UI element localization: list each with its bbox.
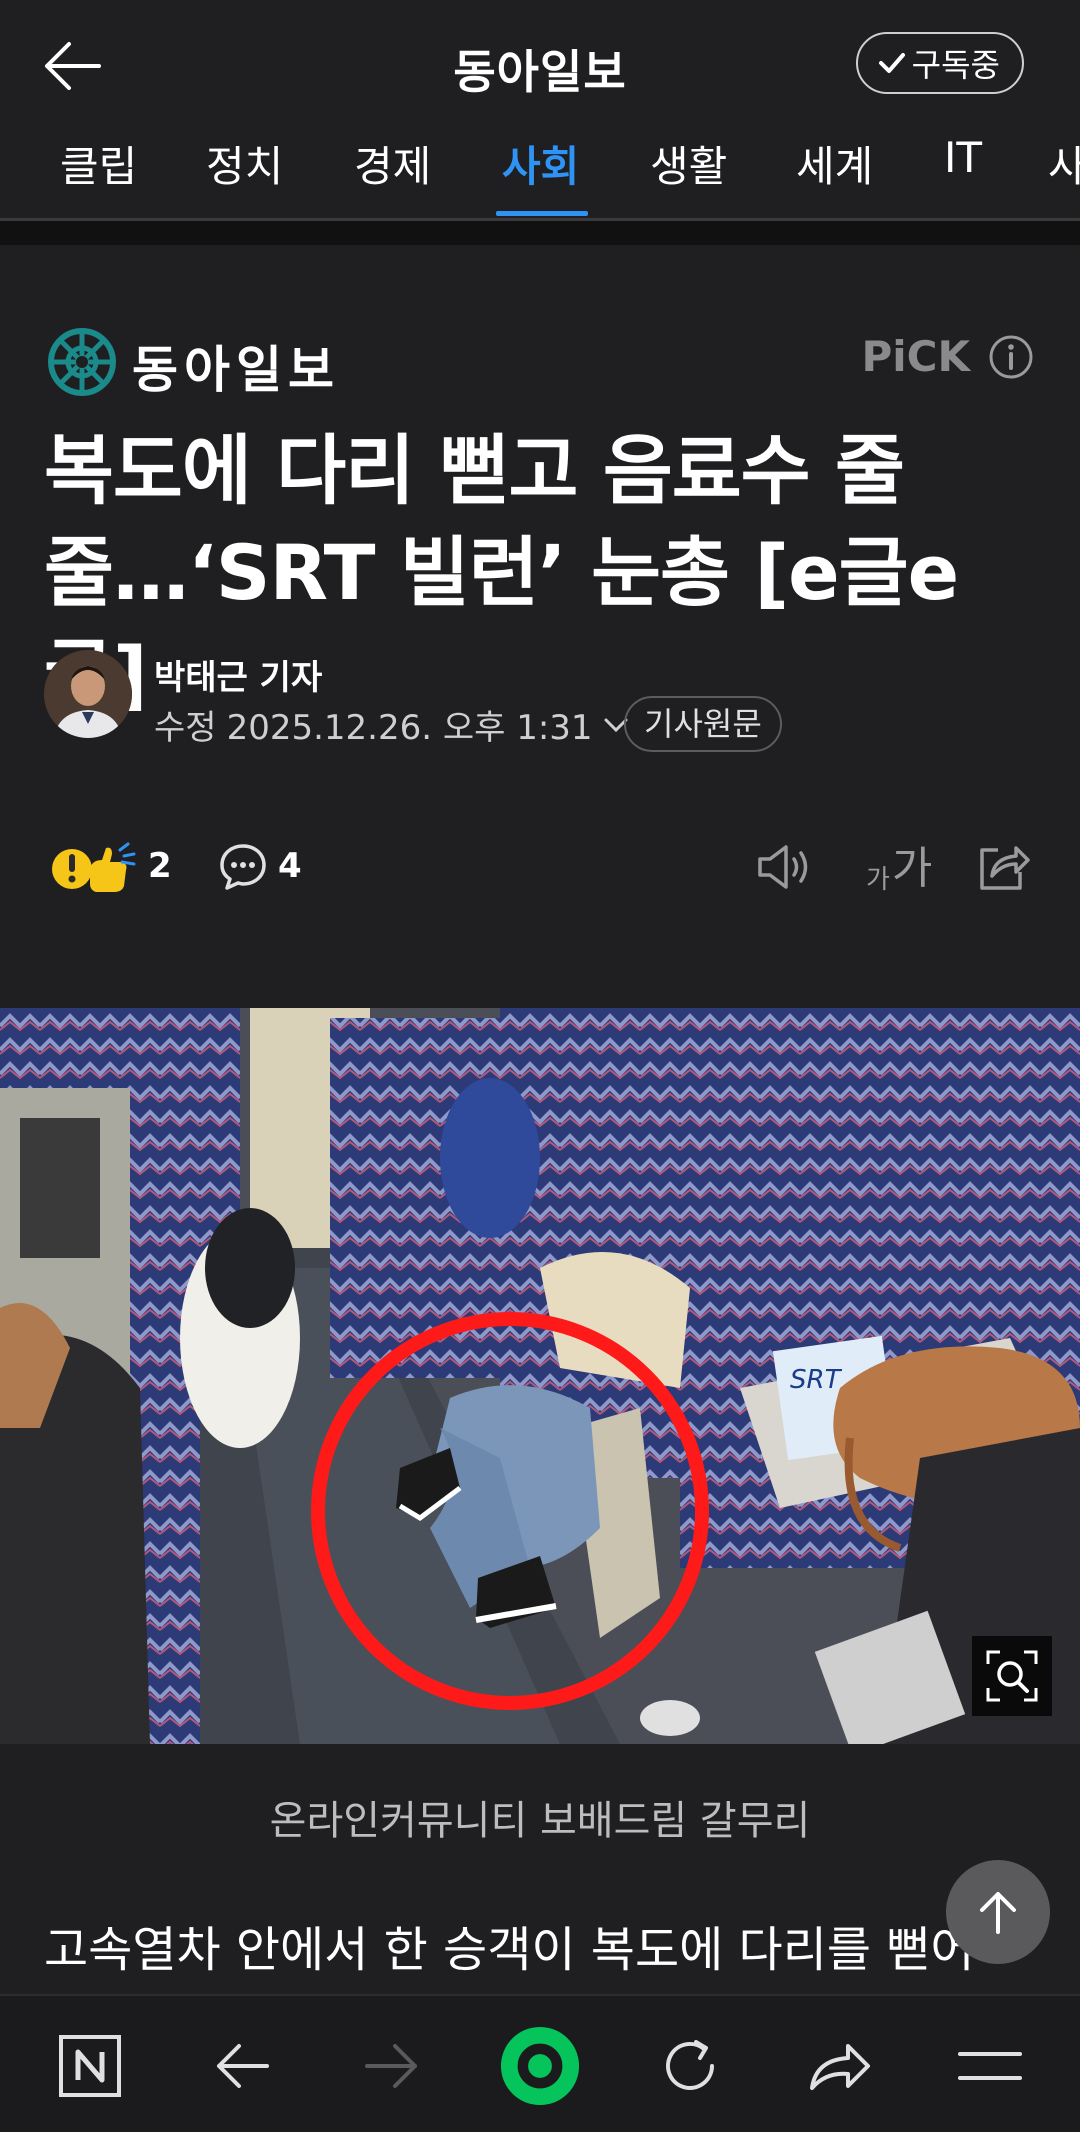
comment-count: 4 [278,846,302,886]
info-icon[interactable] [988,334,1034,380]
press-logo-icon[interactable] [48,328,116,396]
original-article-button[interactable]: 기사원문 [624,696,782,752]
naver-home-button[interactable] [50,2026,130,2106]
font-small-glyph: 가 [866,865,890,895]
headline-line-1: 복도에 다리 뻗고 음료수 줄 [44,426,905,515]
active-tab-indicator [496,211,588,216]
share-page-button[interactable] [800,2026,880,2106]
zoom-icon [986,1650,1038,1702]
speaker-icon[interactable] [756,842,812,892]
tab-more[interactable]: 사 [1048,133,1080,213]
reaction-emoji-icon[interactable] [50,840,138,898]
tab-economy[interactable]: 경제 [354,133,431,213]
naver-n-icon [59,2035,121,2097]
menu-button[interactable] [950,2026,1030,2106]
font-size-button[interactable]: 가 가 [866,836,932,896]
check-icon [878,53,905,73]
share-arrow-icon [810,2044,870,2090]
nav-forward-button[interactable] [352,2026,432,2106]
refresh-button[interactable] [650,2026,730,2106]
press-row: 동아일보 PiCK [0,320,1080,400]
tab-politics[interactable]: 정치 [206,133,283,213]
green-dot-icon [500,2026,580,2106]
forward-arrow-icon [365,2044,417,2088]
photo-caption: 온라인커뮤니티 보배드림 갈무리 [269,1798,811,1844]
zoom-button[interactable] [972,1636,1052,1716]
green-dot-button[interactable] [500,2026,580,2106]
top-header: 동아일보 구독중 클립 정치 경제 사회 생활 세계 IT 사 [0,0,1080,221]
modified-date-row[interactable]: 수정 2025.12.26. 오후 1:31 [154,700,629,749]
scroll-to-top-button[interactable] [946,1860,1050,1964]
press-name[interactable]: 동아일보 [132,330,340,402]
back-arrow-icon [217,2044,269,2088]
train-aisle-photo: SRT [0,1008,1080,1744]
comment-icon[interactable] [218,842,268,892]
reaction-count: 2 [148,846,172,886]
reporter-avatar[interactable] [44,650,132,738]
tab-world[interactable]: 세계 [796,133,873,213]
font-big-glyph: 가 [891,843,933,894]
pick-badge: PiCK [861,332,970,381]
menu-icon [958,2052,1022,2080]
subscribe-label: 구독중 [911,46,1000,84]
tab-it[interactable]: IT [944,133,982,213]
tab-clip[interactable]: 클립 [60,133,137,213]
tab-life[interactable]: 생활 [650,133,727,213]
category-tabs: 클립 정치 경제 사회 생활 세계 IT 사 [0,125,1080,220]
subscribe-button[interactable]: 구독중 [855,32,1024,94]
photo-logo-text: SRT [790,1365,843,1395]
modified-label: 수정 [154,708,217,748]
nav-back-button[interactable] [202,2026,282,2106]
modified-date: 2025.12.26. 오후 1:31 [226,708,593,748]
share-icon[interactable] [976,840,1030,894]
article-photo[interactable]: SRT [0,1008,1080,1744]
browser-bottom-nav [0,1994,1080,2132]
reporter-name[interactable]: 박태근 기자 [154,650,322,699]
reaction-toolbar: 2 4 가 가 [0,830,1080,910]
section-gap [0,221,1080,245]
reporter-photo [44,650,132,738]
tab-society[interactable]: 사회 [502,133,579,213]
article-body-first-line: 고속열차 안에서 한 승객이 복도에 다리를 뻗어 [44,1922,975,1978]
refresh-icon [666,2040,714,2090]
arrow-up-icon [980,1892,1016,1934]
